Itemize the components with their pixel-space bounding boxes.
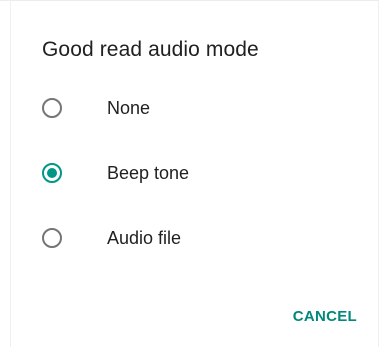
left-divider bbox=[10, 0, 11, 347]
radio-unchecked-icon[interactable] bbox=[40, 226, 64, 250]
option-none[interactable]: None bbox=[40, 86, 340, 130]
radio-checked-icon[interactable] bbox=[40, 161, 64, 185]
dialog-title: Good read audio mode bbox=[42, 38, 259, 61]
option-beep-tone[interactable]: Beep tone bbox=[40, 151, 340, 195]
option-label: Beep tone bbox=[107, 163, 190, 183]
good-read-audio-mode-dialog: Good read audio mode None Beep tone Audi… bbox=[0, 0, 379, 347]
cancel-button[interactable]: CANCEL bbox=[285, 298, 357, 334]
option-label: Audio file bbox=[107, 228, 182, 248]
top-divider bbox=[0, 0, 379, 1]
option-label: None bbox=[107, 98, 151, 118]
option-audio-file[interactable]: Audio file bbox=[40, 216, 340, 260]
radio-unchecked-icon[interactable] bbox=[40, 96, 64, 120]
